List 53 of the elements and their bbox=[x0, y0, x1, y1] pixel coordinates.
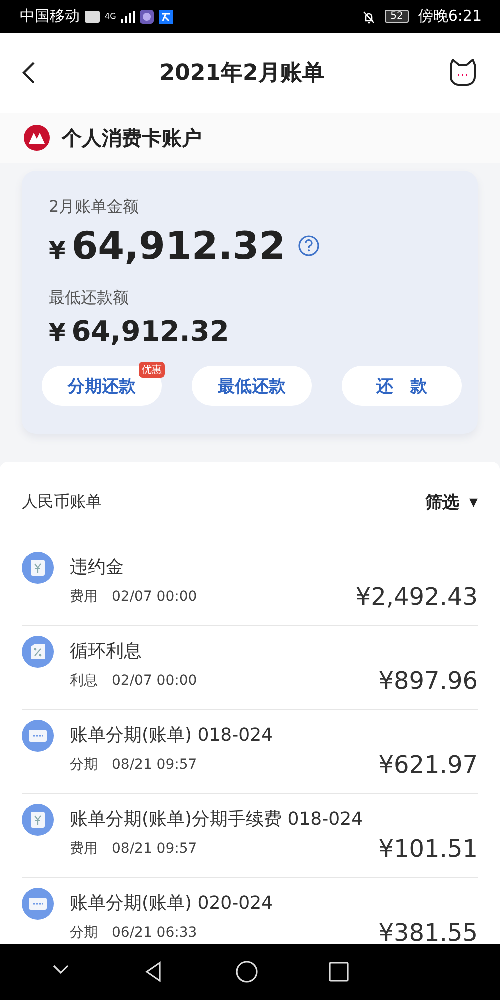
card-icon bbox=[22, 888, 54, 920]
cat-icon[interactable] bbox=[448, 59, 478, 87]
currency-sign: ¥ bbox=[49, 237, 66, 265]
yen-card-icon bbox=[22, 552, 54, 584]
minimum-amount: 64,912.32 bbox=[72, 315, 230, 348]
transaction-title: 违约金 bbox=[70, 556, 125, 579]
transaction-amount: ¥621.97 bbox=[378, 751, 478, 779]
transaction-time: 08/21 09:57 bbox=[112, 841, 198, 857]
transaction-type: 费用 bbox=[70, 588, 98, 606]
page-title: 2021年2月账单 bbox=[160, 60, 324, 88]
minimum-label: 最低还款额 bbox=[49, 288, 130, 309]
transaction-time: 02/07 00:00 bbox=[112, 589, 198, 605]
bill-amount: 64,912.32 bbox=[72, 224, 286, 268]
carrier-name: 中国移动 bbox=[20, 7, 80, 26]
transaction-title: 账单分期(账单) 018-024 bbox=[70, 724, 274, 747]
transaction-type: 利息 bbox=[70, 672, 98, 690]
help-icon[interactable] bbox=[298, 235, 320, 257]
app-icon bbox=[140, 10, 154, 24]
transaction-time: 06/21 06:33 bbox=[112, 925, 198, 941]
transaction-amount: ¥897.96 bbox=[378, 667, 478, 695]
pay-button[interactable]: 还 款 bbox=[342, 366, 462, 406]
transaction-title: 账单分期(账单) 020-024 bbox=[70, 892, 274, 915]
transaction-type: 分期 bbox=[70, 924, 98, 942]
bell-off-icon bbox=[362, 10, 376, 24]
battery-level: 52 bbox=[384, 10, 410, 23]
transaction-amount: ¥2,492.43 bbox=[356, 583, 478, 611]
promo-badge: 优惠 bbox=[139, 362, 165, 378]
transaction-amount: ¥381.55 bbox=[378, 919, 478, 944]
pay-button[interactable]: 最低还款 bbox=[192, 366, 312, 406]
amount-label: 2月账单金额 bbox=[49, 197, 140, 218]
home-icon[interactable] bbox=[236, 961, 258, 983]
dropdown-icon: ▼ bbox=[470, 496, 478, 508]
signal-icon bbox=[121, 10, 136, 22]
clock-time: 傍晚6:21 bbox=[418, 7, 482, 26]
back-icon[interactable] bbox=[22, 61, 36, 85]
bank-logo-icon bbox=[24, 125, 50, 151]
transaction-type: 费用 bbox=[70, 840, 98, 858]
recents-icon[interactable] bbox=[328, 961, 350, 983]
account-name: 个人消费卡账户 bbox=[62, 124, 202, 152]
transaction-time: 02/07 00:00 bbox=[112, 673, 198, 689]
transaction-title: 循环利息 bbox=[70, 640, 143, 663]
network-type: 4G bbox=[105, 12, 116, 21]
yen-card-icon bbox=[22, 804, 54, 836]
section-title: 人民币账单 bbox=[22, 492, 102, 512]
transaction-time: 08/21 09:57 bbox=[112, 757, 198, 773]
filter-button[interactable]: 筛选 ▼ bbox=[426, 490, 478, 514]
percent-tag-icon bbox=[22, 636, 54, 668]
app-icon bbox=[159, 10, 174, 24]
transaction-type: 分期 bbox=[70, 756, 98, 774]
transaction-amount: ¥101.51 bbox=[378, 835, 478, 863]
transaction-title: 账单分期(账单)分期手续费 018-024 bbox=[70, 808, 364, 831]
currency-sign: ¥ bbox=[49, 319, 66, 347]
card-icon bbox=[22, 720, 54, 752]
